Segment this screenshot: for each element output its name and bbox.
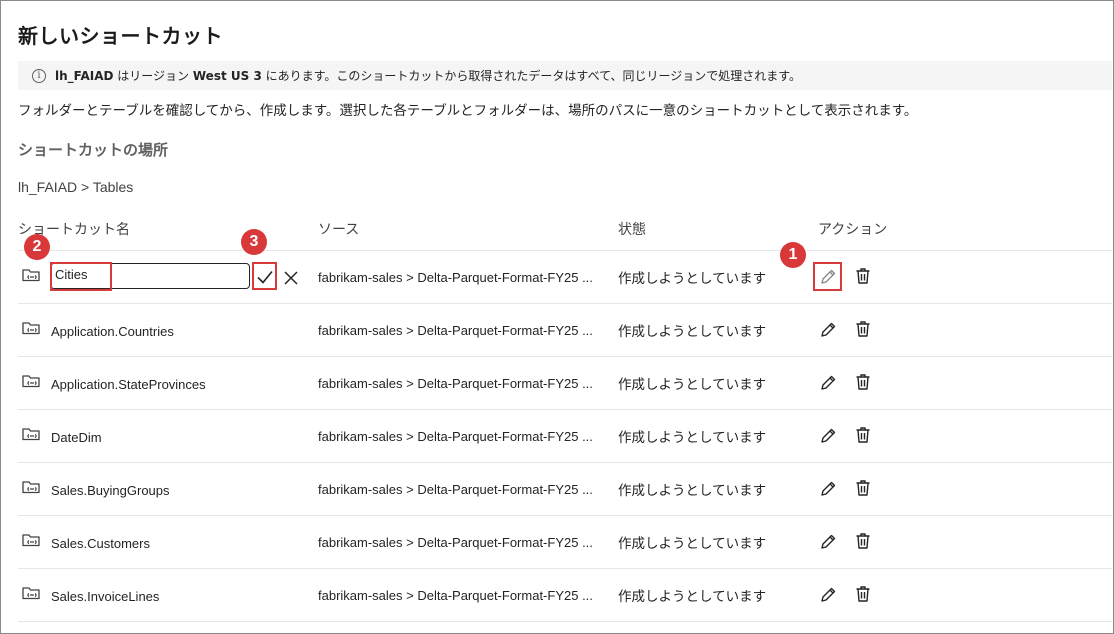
pencil-icon[interactable] — [818, 585, 838, 605]
info-text-part1: はリージョン — [113, 69, 193, 83]
annotation-box-name — [50, 262, 112, 291]
folder-link-icon — [22, 534, 40, 547]
column-header-status: 状態 — [618, 222, 646, 238]
shortcut-status: 作成しようとしています — [618, 377, 767, 393]
shortcut-status: 作成しようとしています — [618, 271, 767, 287]
folder-link-icon — [22, 587, 40, 600]
folder-link-icon — [22, 481, 40, 494]
shortcut-name: Sales.InvoiceLines — [51, 589, 160, 604]
close-icon[interactable] — [281, 268, 301, 288]
shortcut-source: fabrikam-sales > Delta-Parquet-Format-FY… — [318, 429, 593, 444]
dialog-title: 新しいショートカット — [18, 24, 223, 48]
pencil-icon[interactable] — [818, 479, 838, 499]
info-region: West US 3 — [192, 69, 262, 83]
row-divider — [18, 356, 1112, 357]
annotation-badge-3: 3 — [241, 229, 267, 255]
description-text: フォルダーとテーブルを確認してから、作成します。選択した各テーブルとフォルダーは… — [18, 103, 918, 119]
row-divider — [18, 462, 1112, 463]
folder-link-icon — [22, 269, 40, 282]
pencil-icon[interactable] — [818, 373, 838, 393]
column-header-actions: アクション — [818, 222, 888, 238]
shortcut-status: 作成しようとしています — [618, 483, 767, 499]
shortcut-status: 作成しようとしています — [618, 324, 767, 340]
row-divider — [18, 303, 1112, 304]
annotation-badge-2: 2 — [24, 234, 50, 260]
trash-icon[interactable] — [853, 425, 873, 445]
folder-link-icon — [22, 375, 40, 388]
folder-link-icon — [22, 322, 40, 335]
pencil-icon[interactable] — [818, 426, 838, 446]
annotation-box-edit — [813, 262, 842, 291]
annotation-box-confirm — [252, 262, 277, 290]
info-text-part2: にあります。このショートカットから取得されたデータはすべて、同じリージョンで処理… — [261, 69, 802, 83]
shortcut-source: fabrikam-sales > Delta-Parquet-Format-FY… — [318, 323, 593, 338]
shortcut-name: Sales.Customers — [51, 536, 150, 551]
shortcut-source: fabrikam-sales > Delta-Parquet-Format-FY… — [318, 482, 593, 497]
location-heading: ショートカットの場所 — [18, 141, 169, 159]
row-divider — [18, 568, 1112, 569]
info-icon: i — [32, 68, 46, 83]
trash-icon[interactable] — [853, 584, 873, 604]
shortcut-status: 作成しようとしています — [618, 589, 767, 605]
shortcut-source: fabrikam-sales > Delta-Parquet-Format-FY… — [318, 376, 593, 391]
column-header-source: ソース — [318, 222, 360, 238]
folder-link-icon — [22, 428, 40, 441]
trash-icon[interactable] — [853, 319, 873, 339]
pencil-icon[interactable] — [818, 320, 838, 340]
shortcut-source: fabrikam-sales > Delta-Parquet-Format-FY… — [318, 270, 593, 285]
annotation-badge-1: 1 — [780, 242, 806, 268]
shortcut-status: 作成しようとしています — [618, 536, 767, 552]
shortcut-name: Application.StateProvinces — [51, 377, 206, 392]
row-divider — [18, 515, 1112, 516]
trash-icon[interactable] — [853, 266, 873, 286]
trash-icon[interactable] — [853, 531, 873, 551]
pencil-icon[interactable] — [818, 532, 838, 552]
info-text: lh_FAIAD はリージョン West US 3 にあります。このショートカッ… — [55, 67, 801, 84]
shortcut-name: DateDim — [51, 430, 102, 445]
info-lakehouse: lh_FAIAD — [55, 69, 114, 83]
row-divider — [18, 621, 1112, 622]
shortcut-name: Application.Countries — [51, 324, 174, 339]
shortcut-source: fabrikam-sales > Delta-Parquet-Format-FY… — [318, 535, 593, 550]
row-divider — [18, 250, 1112, 251]
trash-icon[interactable] — [853, 372, 873, 392]
shortcut-source: fabrikam-sales > Delta-Parquet-Format-FY… — [318, 588, 593, 603]
row-divider — [18, 409, 1112, 410]
shortcut-name: Sales.BuyingGroups — [51, 483, 170, 498]
breadcrumb: lh_FAIAD > Tables — [18, 179, 134, 195]
region-info-bar: i lh_FAIAD はリージョン West US 3 にあります。このショート… — [18, 61, 1112, 90]
shortcut-status: 作成しようとしています — [618, 430, 767, 446]
trash-icon[interactable] — [853, 478, 873, 498]
